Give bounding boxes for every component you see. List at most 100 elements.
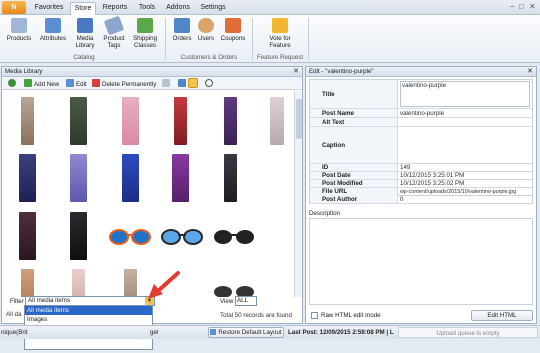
- media-thumbnail[interactable]: [112, 151, 149, 205]
- media-thumbnail[interactable]: [160, 226, 203, 248]
- status-mid-text: gel: [150, 329, 159, 336]
- plus-icon: [24, 79, 32, 87]
- media-thumbnail[interactable]: [112, 266, 149, 297]
- media-thumbnail[interactable]: [212, 94, 249, 148]
- filter-option-images[interactable]: Images: [25, 315, 152, 324]
- raw-html-label: Raw HTML edit mode: [321, 312, 381, 319]
- minimize-icon[interactable]: −: [510, 2, 515, 12]
- vote-feature-button[interactable]: Vote for Feature: [258, 18, 302, 49]
- tab-tools[interactable]: Tools: [134, 2, 160, 15]
- tab-bar: N Favorites Store Reports Tools Addons S…: [0, 0, 540, 15]
- grid-view-icon[interactable]: [188, 78, 199, 89]
- users-icon: [198, 18, 214, 33]
- close-icon[interactable]: ✕: [529, 2, 536, 12]
- media-thumbnail[interactable]: [212, 226, 254, 248]
- media-thumbnail[interactable]: [108, 226, 151, 248]
- catalog-group-label: Catalog: [73, 54, 95, 61]
- raw-html-checkbox[interactable]: [311, 312, 318, 319]
- post-modified-value[interactable]: 10/12/2015 3:25:02 PM: [400, 180, 464, 188]
- feature-group-label: Feature Request: [256, 54, 304, 61]
- description-editor[interactable]: [309, 218, 533, 305]
- ribbon-separator: [252, 18, 253, 60]
- list-view-icon[interactable]: [178, 79, 188, 89]
- post-date-value[interactable]: 10/12/2015 3:25:01 PM: [400, 172, 464, 180]
- media-scrollbar[interactable]: [294, 91, 302, 297]
- upload-queue-status: Upload queue is empty: [398, 327, 538, 338]
- add-new-button[interactable]: Add New: [24, 79, 59, 89]
- view-label: View: [220, 298, 234, 305]
- field-alt-text: Alt Text: [310, 118, 532, 127]
- field-id: ID 149: [310, 164, 532, 172]
- fields-grid: Title valentino-purple Post Name valentino…: [309, 79, 533, 196]
- edit-panel-header: Edit - "valentino-purple" ✕: [306, 67, 536, 77]
- maximize-icon[interactable]: □: [519, 2, 524, 12]
- field-post-author: Post Author 0: [309, 196, 533, 204]
- close-icon[interactable]: ✕: [527, 67, 533, 77]
- scrollbar-thumb[interactable]: [296, 99, 302, 139]
- media-grid: [2, 91, 294, 297]
- description-label: Description: [309, 210, 340, 217]
- media-thumbnail[interactable]: [112, 94, 149, 148]
- media-library-button[interactable]: Media Library: [72, 18, 98, 49]
- shipping-classes-button[interactable]: Shipping Classes: [130, 18, 160, 49]
- media-thumbnail[interactable]: [9, 151, 46, 205]
- customers-group-label: Customers & Orders: [180, 54, 238, 61]
- delete-icon: [92, 79, 100, 87]
- tab-store[interactable]: Store: [70, 2, 96, 15]
- close-icon[interactable]: ✕: [293, 67, 299, 77]
- products-button[interactable]: Products: [5, 18, 33, 42]
- product-tags-button[interactable]: Product Tags: [100, 15, 128, 49]
- ribbon-separator: [165, 18, 166, 60]
- date-label: All da: [6, 311, 22, 318]
- attributes-icon: [45, 18, 61, 33]
- edit-html-button[interactable]: Edit HTML: [471, 310, 533, 321]
- thumbs-up-icon: [272, 18, 288, 33]
- columns-icon[interactable]: [162, 79, 172, 89]
- media-toolbar: Add New Edit Delete Permanently: [2, 77, 302, 90]
- tab-settings[interactable]: Settings: [196, 2, 230, 15]
- media-thumbnail[interactable]: [9, 94, 46, 148]
- delete-permanently-button[interactable]: Delete Permanently: [92, 79, 156, 89]
- media-thumbnail[interactable]: [9, 266, 46, 297]
- filter-option-all[interactable]: All media items: [25, 306, 152, 315]
- media-thumbnail[interactable]: [162, 151, 199, 205]
- field-title: Title valentino-purple: [310, 80, 532, 109]
- media-thumbnail[interactable]: [212, 151, 249, 205]
- field-caption: Caption: [310, 127, 532, 164]
- users-button[interactable]: Users: [196, 18, 216, 42]
- media-thumbnail[interactable]: [60, 209, 97, 263]
- search-icon[interactable]: [205, 79, 215, 89]
- post-author-value[interactable]: 0: [400, 196, 403, 204]
- field-post-date: Post Date 10/12/2015 3:25:01 PM: [310, 172, 532, 180]
- media-thumbnail[interactable]: [162, 94, 199, 148]
- attributes-button[interactable]: Attributes: [36, 18, 70, 42]
- media-library-header: Media Library ✕: [2, 67, 302, 77]
- coupons-button[interactable]: Coupons: [219, 18, 247, 42]
- media-thumbnail[interactable]: [262, 94, 292, 148]
- tab-favorites[interactable]: Favorites: [30, 2, 68, 15]
- edit-button[interactable]: Edit: [66, 79, 87, 89]
- orders-button[interactable]: Orders: [170, 18, 194, 42]
- app-window: N Favorites Store Reports Tools Addons S…: [0, 0, 540, 353]
- media-thumbnail[interactable]: [60, 266, 97, 297]
- status-bar: nique(Brit gel Restore Default Layout La…: [0, 325, 540, 339]
- restore-layout-button[interactable]: Restore Default Layout: [208, 327, 284, 338]
- post-name-input[interactable]: valentino-purple: [400, 109, 444, 118]
- tab-reports[interactable]: Reports: [98, 2, 132, 15]
- media-thumbnail[interactable]: [60, 94, 97, 148]
- media-thumbnail[interactable]: [9, 209, 46, 263]
- tab-addons[interactable]: Addons: [162, 2, 194, 15]
- field-post-modified: Post Modified 10/12/2015 3:25:02 PM: [310, 180, 532, 188]
- view-select[interactable]: ALL: [235, 296, 257, 306]
- file-url-value[interactable]: wp-content/uploads/2015/10/valentino-pur…: [400, 188, 516, 196]
- edit-panel: Edit - "valentino-purple" ✕ Title valenti…: [305, 66, 537, 324]
- title-input[interactable]: valentino-purple: [400, 81, 530, 107]
- products-icon: [11, 18, 27, 33]
- coupons-icon: [225, 18, 241, 33]
- media-thumbnail[interactable]: [60, 151, 97, 205]
- app-menu-button[interactable]: N: [2, 1, 26, 14]
- id-value: 149: [400, 164, 411, 171]
- field-file-url: File URL wp-content/uploads/2015/10/valen…: [310, 188, 532, 196]
- refresh-icon[interactable]: [8, 79, 18, 89]
- media-thumbnail[interactable]: [212, 281, 254, 297]
